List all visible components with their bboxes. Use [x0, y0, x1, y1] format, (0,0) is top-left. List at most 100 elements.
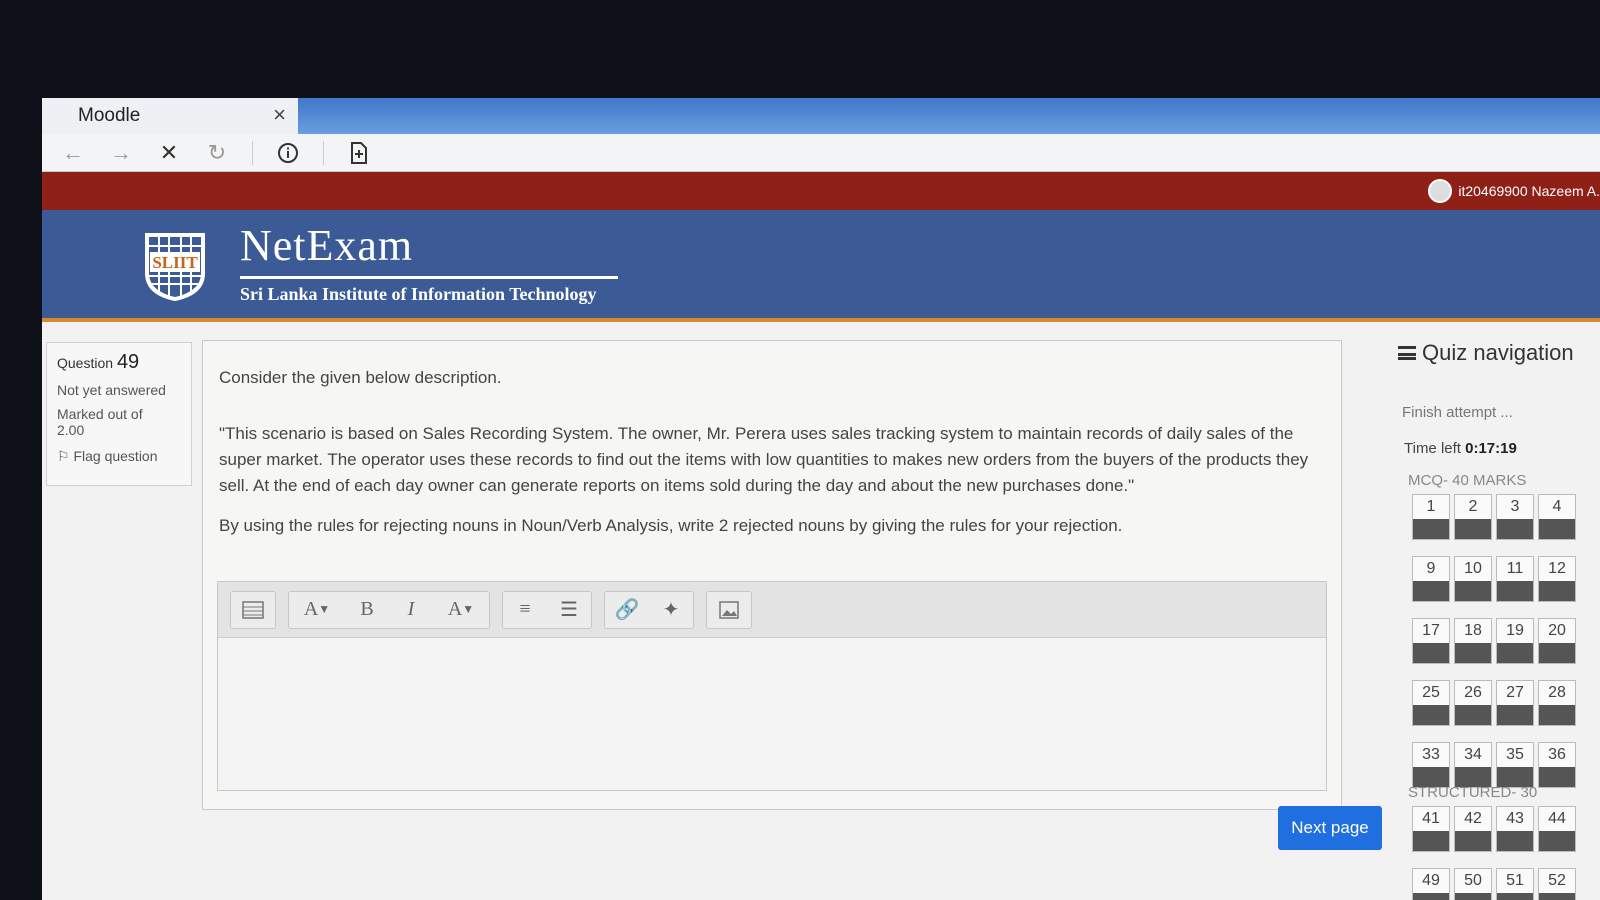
tab-title: Moodle: [78, 105, 141, 126]
quiz-nav-number: 27: [1506, 684, 1524, 701]
quiz-nav-button-51[interactable]: 51: [1496, 868, 1534, 900]
forward-icon[interactable]: →: [108, 140, 134, 166]
sliit-logo: SLIIT: [142, 230, 208, 304]
quiz-nav-button-19[interactable]: 19: [1496, 618, 1534, 664]
quiz-nav-button-25[interactable]: 25: [1412, 680, 1450, 726]
mcq-section-label: MCQ- 40 MARKS: [1408, 472, 1527, 489]
quiz-nav-button-20[interactable]: 20: [1538, 618, 1576, 664]
quiz-nav-button-4[interactable]: 4: [1538, 494, 1576, 540]
question-prompt: By using the rules for rejecting nouns i…: [219, 516, 1123, 535]
quiz-nav-number: 9: [1426, 560, 1436, 577]
question-intro: Consider the given below description.: [219, 368, 502, 387]
question-text: Consider the given below description. "T…: [219, 365, 1319, 553]
tab-strip: Moodle ×: [42, 98, 1600, 134]
reader-icon[interactable]: [346, 140, 372, 166]
question-label: Question: [57, 355, 114, 371]
quiz-nav-number: 28: [1548, 684, 1566, 701]
site-header: SLIIT NetExam Sri Lanka Institute of Inf…: [42, 210, 1600, 322]
site-title: NetExam: [240, 221, 414, 270]
browser-toolbar: ← → ✕ ↻: [42, 134, 1600, 172]
quiz-nav-number: 41: [1422, 810, 1440, 827]
stop-icon[interactable]: ✕: [156, 140, 182, 166]
quiz-nav-number: 42: [1464, 810, 1482, 827]
question-number: Question 49: [57, 351, 181, 374]
user-name: it20469900 Nazeem A.: [1458, 183, 1600, 199]
info-icon[interactable]: [275, 140, 301, 166]
quiz-nav-title: Quiz navigation: [1398, 340, 1574, 366]
next-page-button[interactable]: Next page: [1278, 806, 1382, 850]
quiz-nav-button-10[interactable]: 10: [1454, 556, 1492, 602]
question-info: Question 49 Not yet answered Marked out …: [46, 342, 192, 486]
reload-icon[interactable]: ↻: [204, 140, 230, 166]
quiz-nav-number: 11: [1506, 560, 1524, 577]
paragraph-style-button[interactable]: A ▼: [289, 592, 345, 628]
quiz-nav-button-27[interactable]: 27: [1496, 680, 1534, 726]
quiz-nav-button-50[interactable]: 50: [1454, 868, 1492, 900]
quiz-nav-number: 43: [1506, 810, 1524, 827]
quiz-nav-number: 20: [1548, 622, 1566, 639]
marks-value: 2.00: [57, 422, 85, 438]
question-number-value: 49: [116, 351, 140, 373]
quiz-nav-number: 2: [1468, 498, 1478, 515]
quiz-nav-title-text: Quiz navigation: [1422, 340, 1574, 365]
quiz-nav-button-2[interactable]: 2: [1454, 494, 1492, 540]
quiz-nav-number: 50: [1464, 872, 1482, 889]
quiz-nav-button-33[interactable]: 33: [1412, 742, 1450, 788]
link-icon[interactable]: 🔗: [605, 592, 649, 628]
quiz-nav-button-52[interactable]: 52: [1538, 868, 1576, 900]
quiz-nav-button-9[interactable]: 9: [1412, 556, 1450, 602]
quiz-nav-button-34[interactable]: 34: [1454, 742, 1492, 788]
quiz-nav-number: 10: [1464, 560, 1482, 577]
quiz-nav-number: 51: [1506, 872, 1524, 889]
toolbar-divider: [323, 140, 324, 165]
flag-question-button[interactable]: ⚐ Flag question: [57, 448, 181, 465]
user-menu[interactable]: it20469900 Nazeem A.: [1428, 176, 1600, 206]
answer-editor: A ▼ B I A ▼ ≡ ☰ 🔗 ✦: [217, 581, 1327, 791]
quiz-nav-button-44[interactable]: 44: [1538, 806, 1576, 852]
quiz-nav-button-35[interactable]: 35: [1496, 742, 1534, 788]
italic-button[interactable]: I: [389, 592, 433, 628]
ordered-list-icon[interactable]: ☰: [547, 592, 591, 628]
quiz-nav-button-18[interactable]: 18: [1454, 618, 1492, 664]
menu-icon: [1398, 346, 1416, 360]
quiz-nav-number: 17: [1422, 622, 1440, 639]
title-divider: [240, 276, 618, 279]
quiz-nav-number: 1: [1426, 498, 1436, 515]
quiz-nav-button-41[interactable]: 41: [1412, 806, 1450, 852]
toolbar-toggle-icon[interactable]: [231, 592, 275, 628]
quiz-nav-button-49[interactable]: 49: [1412, 868, 1450, 900]
dropdown-icon: ▼: [462, 602, 475, 616]
quiz-navigation: Quiz navigation Finish attempt ... Time …: [1394, 336, 1600, 900]
quiz-nav-button-43[interactable]: 43: [1496, 806, 1534, 852]
quiz-nav-button-3[interactable]: 3: [1496, 494, 1534, 540]
quiz-nav-number: 19: [1506, 622, 1524, 639]
marks-label: Marked out of: [57, 406, 143, 422]
back-icon[interactable]: ←: [60, 140, 86, 166]
quiz-nav-number: 52: [1548, 872, 1566, 889]
quiz-nav-button-26[interactable]: 26: [1454, 680, 1492, 726]
quiz-nav-button-28[interactable]: 28: [1538, 680, 1576, 726]
quiz-nav-button-42[interactable]: 42: [1454, 806, 1492, 852]
finish-attempt-link[interactable]: Finish attempt ...: [1402, 404, 1513, 421]
browser-tab[interactable]: Moodle ×: [42, 98, 298, 134]
quiz-nav-button-12[interactable]: 12: [1538, 556, 1576, 602]
quiz-nav-number: 25: [1422, 684, 1440, 701]
font-color-label: A: [447, 598, 463, 620]
dropdown-icon: ▼: [318, 602, 331, 616]
flag-question-label: Flag question: [73, 448, 158, 464]
mcq-question-grid: 1 2 3 4 9 10 11 12 17 18 19 20 25 26 27 28 33 34 35 36: [1412, 494, 1578, 788]
tab-close-icon[interactable]: ×: [273, 102, 286, 128]
structured-section-label: STRUCTURED- 30: [1408, 784, 1538, 801]
unordered-list-icon[interactable]: ≡: [503, 592, 547, 628]
user-bar: it20469900 Nazeem A.: [42, 172, 1600, 210]
image-icon[interactable]: [707, 592, 751, 628]
answer-textarea[interactable]: [218, 638, 1326, 790]
quiz-nav-number: 18: [1464, 622, 1482, 639]
unlink-icon[interactable]: ✦: [649, 592, 693, 628]
quiz-nav-button-1[interactable]: 1: [1412, 494, 1450, 540]
quiz-nav-button-36[interactable]: 36: [1538, 742, 1576, 788]
font-color-button[interactable]: A ▼: [433, 592, 489, 628]
quiz-nav-button-11[interactable]: 11: [1496, 556, 1534, 602]
bold-button[interactable]: B: [345, 592, 389, 628]
quiz-nav-button-17[interactable]: 17: [1412, 618, 1450, 664]
